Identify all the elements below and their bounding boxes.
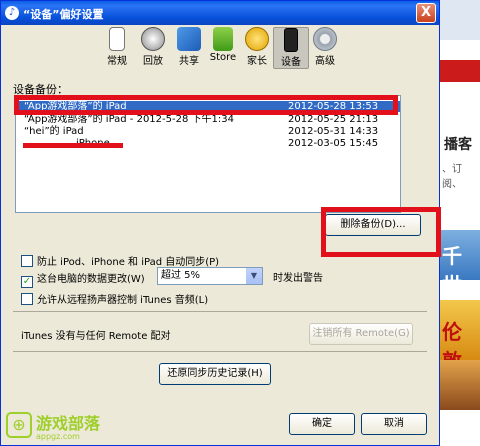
tab-general[interactable]: 常规 [99,27,135,69]
tab-store[interactable]: Store [205,27,241,69]
prevent-sync-option[interactable]: 防止 iPod、iPhone 和 iPad 自动同步(P) [21,253,219,268]
store-icon [213,27,233,51]
tab-label: 设备 [281,57,301,68]
annotation-button-box [321,207,441,257]
tab-label: 共享 [179,56,199,67]
backup-date: 2012-05-25 21:13 [288,114,379,125]
tab-advanced[interactable]: 高级 [307,27,343,69]
tab-sharing[interactable]: 共享 [171,27,207,69]
threshold-value: 超过 5% [161,270,201,281]
general-icon [109,27,125,51]
backup-date: 2012-05-31 14:33 [288,126,379,137]
background-ad-3 [440,360,480,410]
background-webpage: 播客 、订阅、 千世 伦敦 [440,0,480,446]
preferences-toolbar: 常规 回放 共享 Store 家长 设备 高级 [1,25,439,69]
watermark-logo-icon: ⊕ [6,412,32,438]
preferences-window: ♪ “设备”偏好设置 X 常规 回放 共享 Store 家长 设备 高级 设备备… [0,0,441,446]
close-button[interactable]: X [416,3,436,23]
tab-label: Store [209,52,237,63]
tab-label: 高级 [315,56,335,67]
playback-icon [141,27,165,51]
sharing-icon [177,27,201,51]
ok-button[interactable]: 确定 [289,413,355,435]
warn-label: 这台电脑的数据更改(W) [37,274,145,285]
list-item[interactable]: “hei”的 iPad 2012-05-31 14:33 [16,126,400,137]
backup-name: “App游戏部落”的 iPad - 2012-5-28 下午1:34 [24,114,234,125]
remote-status: iTunes 没有与任何 Remote 配对 [21,331,171,342]
remote-speaker-checkbox[interactable] [21,293,33,305]
tab-label: 回放 [143,56,163,67]
reset-sync-history-button[interactable]: 还原同步历史记录(H) [159,363,271,385]
devices-icon [284,28,298,52]
cancel-button[interactable]: 取消 [361,413,427,435]
window-title: “设备”偏好设置 [23,8,104,21]
remote-speaker-option[interactable]: 允许从远程扬声器控制 iTunes 音频(L) [21,291,208,306]
background-ad-1: 千世 [440,230,480,297]
watermark: ⊕ 游戏部落 appgz.com [6,410,126,444]
annotation-highlight-box [14,95,398,115]
background-ad-2: 伦敦 [440,300,480,373]
parental-icon [245,27,269,51]
divider [13,311,427,312]
advanced-icon [313,27,337,51]
tab-parental[interactable]: 家长 [239,27,275,69]
title-bar[interactable]: ♪ “设备”偏好设置 X [1,1,439,25]
watermark-name: 游戏部落 [36,414,101,433]
background-subtext: 、订阅、 [442,164,462,190]
tab-playback[interactable]: 回放 [135,27,171,69]
warn-suffix: 时发出警告 [273,273,323,284]
background-toolbar [440,0,480,40]
annotation-redact-bar [23,143,123,148]
threshold-select[interactable]: 超过 5% ▼ [157,267,263,285]
remote-speaker-label: 允许从远程扬声器控制 iTunes 音频(L) [37,295,209,306]
backup-date: 2012-03-05 15:45 [288,138,379,149]
tab-devices[interactable]: 设备 [273,27,309,69]
warn-option[interactable]: ✓ 这台电脑的数据更改(W) [21,270,145,288]
warn-checkbox[interactable]: ✓ [21,276,33,288]
backup-name: “hei”的 iPad [24,126,84,137]
background-heading: 播客 [444,137,472,153]
devices-pane: 设备备份： “App游戏部落”的 iPad 2012-05-28 13:53 “… [9,71,441,439]
background-banner [440,60,480,82]
tab-label: 常规 [107,56,127,67]
itunes-icon: ♪ [5,6,19,20]
list-item[interactable]: “App游戏部落”的 iPad - 2012-5-28 下午1:34 2012-… [16,114,400,125]
unpair-remotes-button[interactable]: 注销所有 Remote(G) [309,323,413,345]
divider [13,351,427,352]
watermark-url: appgz.com [36,432,80,441]
chevron-down-icon[interactable]: ▼ [246,268,262,284]
tab-label: 家长 [247,56,267,67]
prevent-sync-checkbox[interactable] [21,255,33,267]
